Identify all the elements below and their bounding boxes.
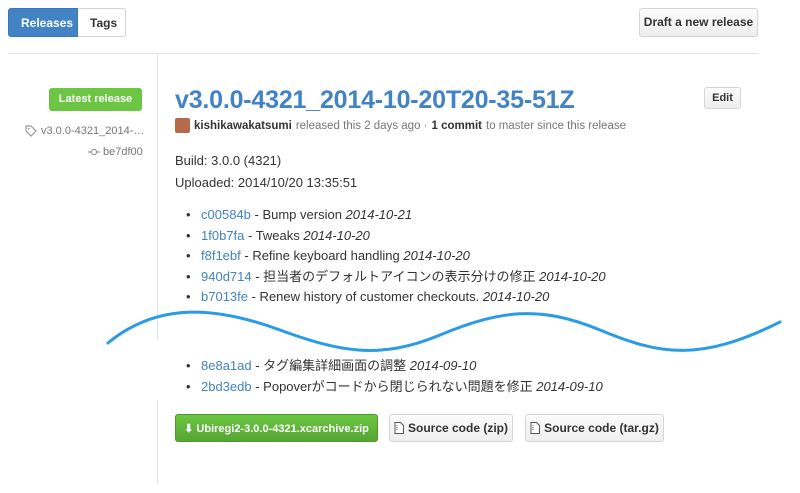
commit-date: 2014-10-20 bbox=[403, 248, 470, 263]
list-item: 2bd3edb - Popoverがコードから閉じられない問題を修正 2014-… bbox=[186, 377, 603, 398]
commit-message: - Tweaks bbox=[244, 227, 304, 243]
released-text: released this 2 days ago · bbox=[295, 119, 428, 132]
commit-sha-link[interactable]: 1f0b7fa bbox=[201, 228, 244, 243]
release-commit-sha[interactable]: be7df00 bbox=[103, 146, 143, 158]
release-title[interactable]: v3.0.0-4321_2014-10-20T20-35-51Z bbox=[175, 86, 575, 115]
source-code-zip-button[interactable]: Source code (zip) bbox=[389, 414, 513, 442]
commit-date: 2014-10-20 bbox=[303, 227, 370, 243]
download-icon: ⬇ bbox=[184, 423, 194, 435]
commit-icon bbox=[88, 147, 100, 157]
commit-sha-link[interactable]: c00584b bbox=[201, 207, 251, 222]
source-code-zip-label: Source code (zip) bbox=[407, 421, 508, 435]
avatar[interactable] bbox=[175, 118, 190, 133]
commit-sha-link[interactable]: 8e8a1ad bbox=[201, 358, 252, 373]
list-item: c00584b - Bump version 2014-10-21 bbox=[186, 205, 606, 226]
commit-message: - Refine keyboard handling bbox=[240, 248, 404, 263]
tab-releases[interactable]: Releases bbox=[8, 8, 78, 37]
since-text: to master since this release bbox=[486, 119, 626, 132]
list-item: 1f0b7fa - Tweaks 2014-10-20 bbox=[186, 226, 606, 247]
release-tabs: Releases Tags bbox=[8, 8, 126, 37]
download-archive-label: Ubiregi2-3.0.0-4321.xcarchive.zip bbox=[196, 423, 369, 435]
commit-sha-link[interactable]: f8f1ebf bbox=[201, 248, 241, 263]
commit-message: - 担当者のデフォルトアイコンの表示分けの修正 bbox=[251, 268, 540, 284]
header-divider bbox=[8, 53, 758, 54]
list-item: 8e8a1ad - タグ編集詳細画面の調整 2014-09-10 bbox=[186, 356, 603, 377]
release-tag[interactable]: v3.0.0-4321_2014-… bbox=[25, 125, 144, 137]
latest-release-badge: Latest release bbox=[49, 88, 142, 111]
release-byline: kishikawakatsumi released this 2 days ag… bbox=[175, 118, 626, 133]
commit-sha-link[interactable]: 940d714 bbox=[201, 269, 252, 284]
build-text: Build: 3.0.0 (4321) bbox=[175, 153, 282, 168]
commit-date: 2014-09-10 bbox=[536, 378, 603, 394]
uploaded-text: Uploaded: 2014/10/20 13:35:51 bbox=[175, 175, 358, 190]
list-item: 940d714 - 担当者のデフォルトアイコンの表示分けの修正 2014-10-… bbox=[186, 267, 606, 288]
source-code-targz-button[interactable]: Source code (tar.gz) bbox=[525, 414, 664, 442]
edit-button[interactable]: Edit bbox=[704, 87, 741, 109]
commit-sha-link[interactable]: 2bd3edb bbox=[201, 379, 252, 394]
commit-date: 2014-09-10 bbox=[409, 358, 477, 373]
commit-date: 2014-10-20 bbox=[539, 268, 606, 284]
source-code-targz-label: Source code (tar.gz) bbox=[544, 421, 659, 435]
release-tag-label[interactable]: v3.0.0-4321_2014-… bbox=[41, 125, 144, 137]
commit-list-bottom: 8e8a1ad - タグ編集詳細画面の調整 2014-09-10 2bd3edb… bbox=[186, 356, 603, 397]
tag-icon bbox=[25, 125, 37, 137]
commit-message: - タグ編集詳細画面の調整 bbox=[251, 358, 410, 373]
commit-message: - Popoverがコードから閉じられない問題を修正 bbox=[251, 378, 537, 394]
commit-date: 2014-10-21 bbox=[345, 207, 413, 222]
commit-count-link[interactable]: 1 commit bbox=[432, 120, 483, 132]
file-zip-icon bbox=[394, 422, 404, 434]
list-item: f8f1ebf - Refine keyboard handling 2014-… bbox=[186, 246, 606, 267]
download-archive-button[interactable]: ⬇ Ubiregi2-3.0.0-4321.xcarchive.zip bbox=[175, 414, 378, 442]
tab-tags[interactable]: Tags bbox=[78, 8, 126, 37]
commit-message: - Bump version bbox=[250, 207, 346, 222]
draft-new-release-button[interactable]: Draft a new release bbox=[639, 8, 758, 37]
release-commit[interactable]: be7df00 bbox=[88, 146, 143, 158]
author-link[interactable]: kishikawakatsumi bbox=[194, 120, 292, 132]
file-zip-icon bbox=[530, 422, 541, 434]
commit-list-top: c00584b - Bump version 2014-10-21 1f0b7f… bbox=[186, 205, 606, 308]
